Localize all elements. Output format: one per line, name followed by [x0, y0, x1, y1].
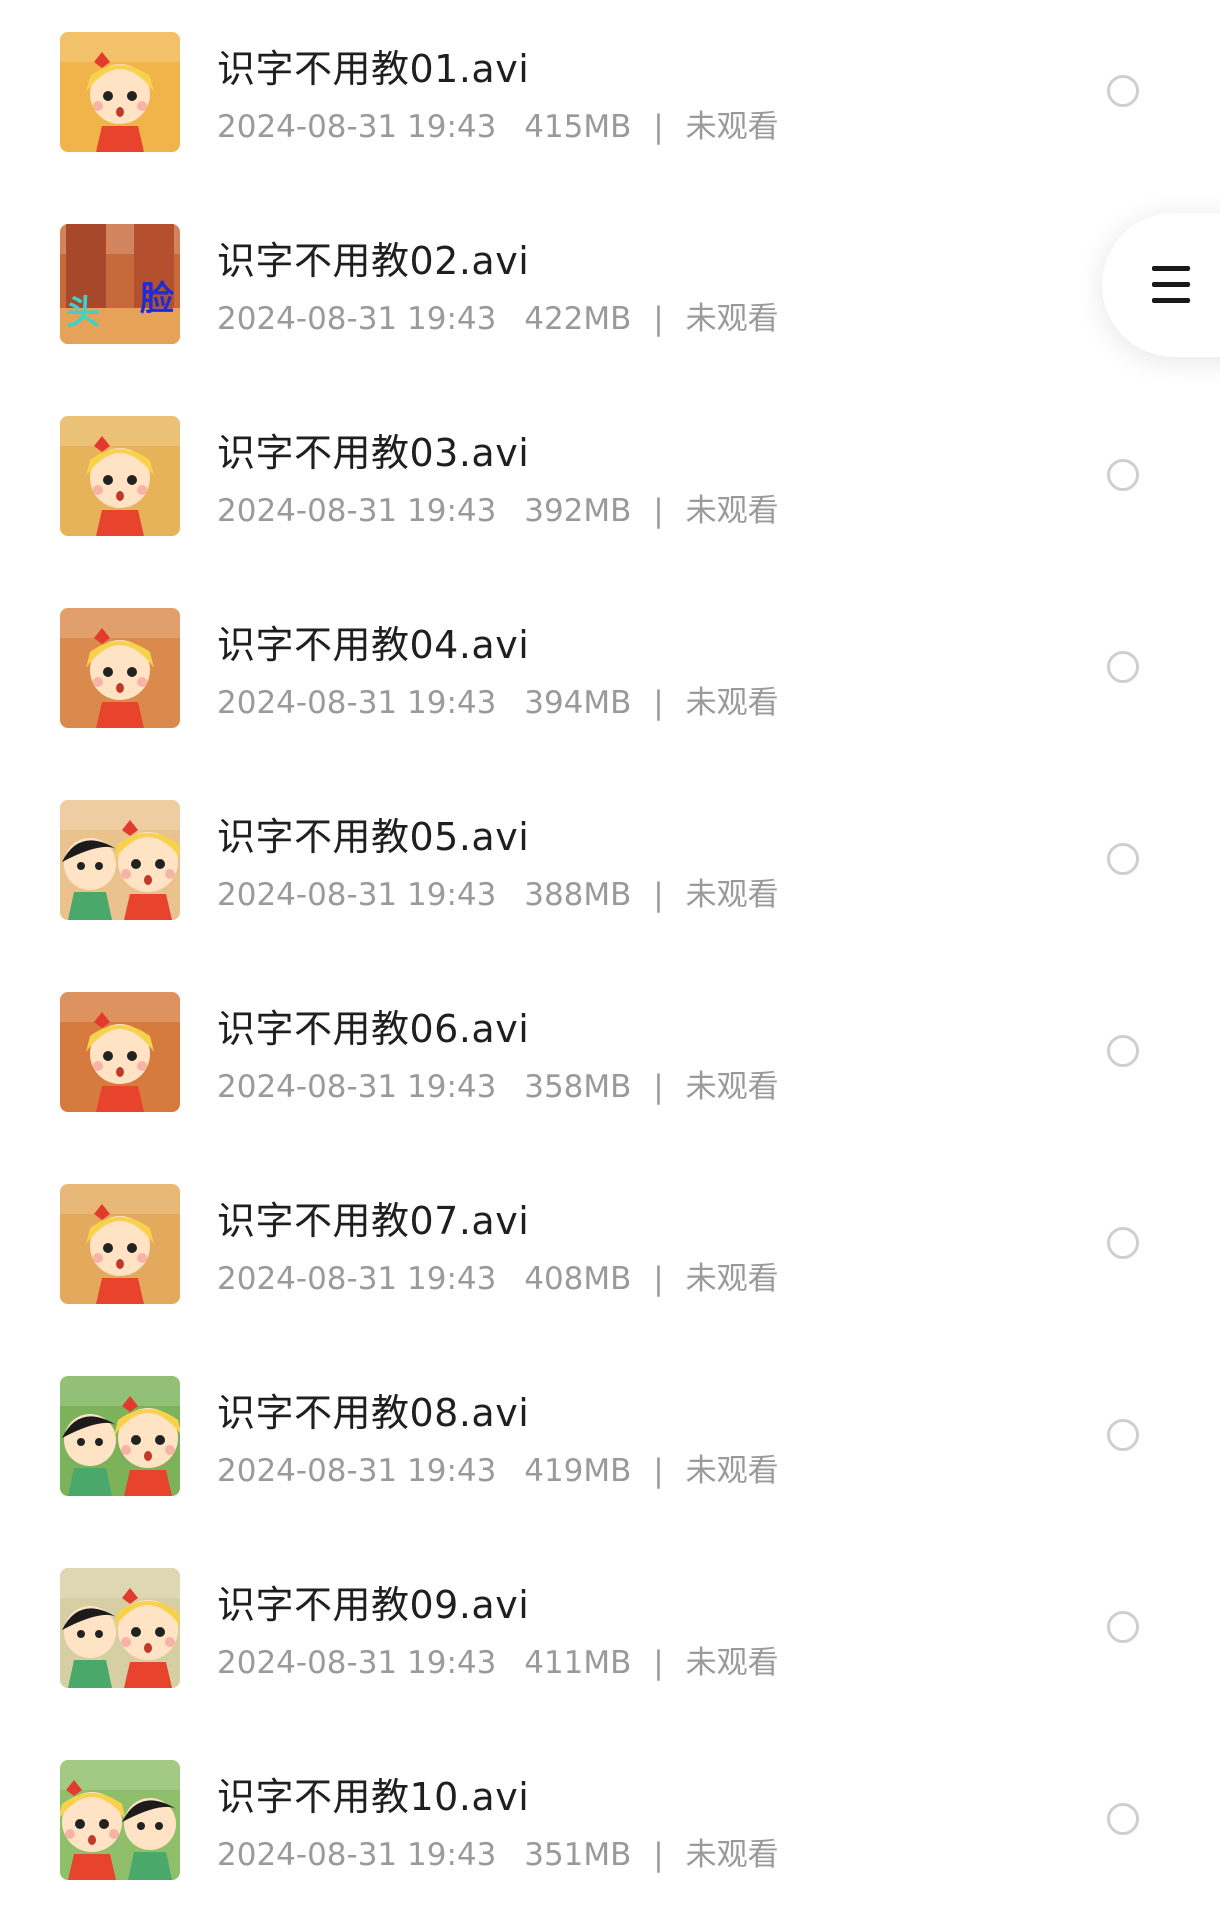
meta-separator: |	[653, 109, 664, 145]
video-thumbnail[interactable]	[60, 1376, 180, 1496]
video-date: 2024-08-31 19:43	[217, 1261, 497, 1297]
video-thumbnail[interactable]	[60, 992, 180, 1112]
video-size: 411MB	[524, 1645, 632, 1681]
video-thumbnail[interactable]	[60, 1568, 180, 1688]
video-meta: 2024-08-31 19:43 394MB | 未观看	[217, 677, 779, 722]
video-date: 2024-08-31 19:43	[217, 493, 497, 529]
video-title: 识字不用教01.avi	[217, 47, 530, 91]
meta-separator: |	[653, 685, 664, 721]
meta-separator: |	[653, 493, 664, 529]
video-date: 2024-08-31 19:43	[217, 877, 497, 913]
video-title: 识字不用教07.avi	[217, 1199, 530, 1243]
video-size: 392MB	[524, 493, 632, 529]
meta-separator: |	[653, 1069, 664, 1105]
video-title: 识字不用教05.avi	[217, 815, 530, 859]
video-date: 2024-08-31 19:43	[217, 1645, 497, 1681]
video-title: 识字不用教09.avi	[217, 1583, 530, 1627]
video-thumbnail[interactable]: 头 脸	[60, 224, 180, 344]
video-meta: 2024-08-31 19:43 392MB | 未观看	[217, 485, 779, 530]
thumb-text-left: 头	[66, 293, 100, 333]
select-radio[interactable]	[1107, 1035, 1139, 1067]
video-size: 351MB	[524, 1837, 632, 1873]
video-meta: 2024-08-31 19:43 415MB | 未观看	[217, 101, 779, 146]
meta-separator: |	[653, 1261, 664, 1297]
watch-status: 未观看	[685, 1837, 779, 1873]
select-radio[interactable]	[1107, 459, 1139, 491]
video-list-item[interactable]: 识字不用教05.avi 2024-08-31 19:43 388MB | 未观看	[0, 768, 1220, 960]
watch-status: 未观看	[685, 1645, 779, 1681]
meta-separator: |	[653, 877, 664, 913]
video-size: 419MB	[524, 1453, 632, 1489]
video-list-item[interactable]: 识字不用教09.avi 2024-08-31 19:43 411MB | 未观看	[0, 1536, 1220, 1728]
video-meta: 2024-08-31 19:43 408MB | 未观看	[217, 1253, 779, 1298]
video-size: 415MB	[524, 109, 632, 145]
video-meta: 2024-08-31 19:43 422MB | 未观看	[217, 293, 779, 338]
video-list-item[interactable]: 头 脸 识字不用教02.avi 2024-08-31 19:43 422MB |…	[0, 192, 1220, 384]
video-thumbnail[interactable]	[60, 32, 180, 152]
video-meta: 2024-08-31 19:43 351MB | 未观看	[217, 1829, 779, 1874]
watch-status: 未观看	[685, 685, 779, 721]
meta-separator: |	[653, 1645, 664, 1681]
menu-icon	[1152, 266, 1190, 314]
select-radio[interactable]	[1107, 651, 1139, 683]
video-thumbnail[interactable]	[60, 608, 180, 728]
video-title: 识字不用教02.avi	[217, 239, 530, 283]
video-thumbnail[interactable]	[60, 416, 180, 536]
watch-status: 未观看	[685, 877, 779, 913]
video-size: 408MB	[524, 1261, 632, 1297]
video-meta: 2024-08-31 19:43 358MB | 未观看	[217, 1061, 779, 1106]
video-title: 识字不用教06.avi	[217, 1007, 530, 1051]
watch-status: 未观看	[685, 493, 779, 529]
meta-separator: |	[653, 1453, 664, 1489]
video-meta: 2024-08-31 19:43 388MB | 未观看	[217, 869, 779, 914]
select-radio[interactable]	[1107, 1611, 1139, 1643]
watch-status: 未观看	[685, 109, 779, 145]
meta-separator: |	[653, 1837, 664, 1873]
video-title: 识字不用教08.avi	[217, 1391, 530, 1435]
watch-status: 未观看	[685, 1261, 779, 1297]
video-size: 394MB	[524, 685, 632, 721]
video-date: 2024-08-31 19:43	[217, 109, 497, 145]
video-meta: 2024-08-31 19:43 419MB | 未观看	[217, 1445, 779, 1490]
video-title: 识字不用教03.avi	[217, 431, 530, 475]
video-title: 识字不用教10.avi	[217, 1775, 530, 1819]
video-size: 422MB	[524, 301, 632, 337]
video-list-item[interactable]: 识字不用教04.avi 2024-08-31 19:43 394MB | 未观看	[0, 576, 1220, 768]
select-radio[interactable]	[1107, 1419, 1139, 1451]
select-radio[interactable]	[1107, 1803, 1139, 1835]
video-size: 388MB	[524, 877, 632, 913]
video-date: 2024-08-31 19:43	[217, 1453, 497, 1489]
screen: 识字不用教01.avi 2024-08-31 19:43 415MB | 未观看…	[0, 0, 1220, 1924]
video-date: 2024-08-31 19:43	[217, 1837, 497, 1873]
video-title: 识字不用教04.avi	[217, 623, 530, 667]
meta-separator: |	[653, 301, 664, 337]
video-thumbnail[interactable]	[60, 1760, 180, 1880]
video-list-item[interactable]: 识字不用教07.avi 2024-08-31 19:43 408MB | 未观看	[0, 1152, 1220, 1344]
select-radio[interactable]	[1107, 843, 1139, 875]
watch-status: 未观看	[685, 1453, 779, 1489]
video-meta: 2024-08-31 19:43 411MB | 未观看	[217, 1637, 779, 1682]
video-date: 2024-08-31 19:43	[217, 685, 497, 721]
video-thumbnail[interactable]	[60, 1184, 180, 1304]
video-thumbnail[interactable]	[60, 800, 180, 920]
watch-status: 未观看	[685, 301, 779, 337]
video-list-item[interactable]: 识字不用教03.avi 2024-08-31 19:43 392MB | 未观看	[0, 384, 1220, 576]
video-list-item[interactable]: 识字不用教08.avi 2024-08-31 19:43 419MB | 未观看	[0, 1344, 1220, 1536]
video-list-item[interactable]: 识字不用教06.avi 2024-08-31 19:43 358MB | 未观看	[0, 960, 1220, 1152]
video-list-item[interactable]: 识字不用教01.avi 2024-08-31 19:43 415MB | 未观看	[0, 0, 1220, 192]
thumb-text-right: 脸	[140, 279, 175, 319]
select-radio[interactable]	[1107, 75, 1139, 107]
video-date: 2024-08-31 19:43	[217, 301, 497, 337]
video-date: 2024-08-31 19:43	[217, 1069, 497, 1105]
video-list-item[interactable]: 识字不用教10.avi 2024-08-31 19:43 351MB | 未观看	[0, 1728, 1220, 1920]
video-size: 358MB	[524, 1069, 632, 1105]
watch-status: 未观看	[685, 1069, 779, 1105]
select-radio[interactable]	[1107, 1227, 1139, 1259]
